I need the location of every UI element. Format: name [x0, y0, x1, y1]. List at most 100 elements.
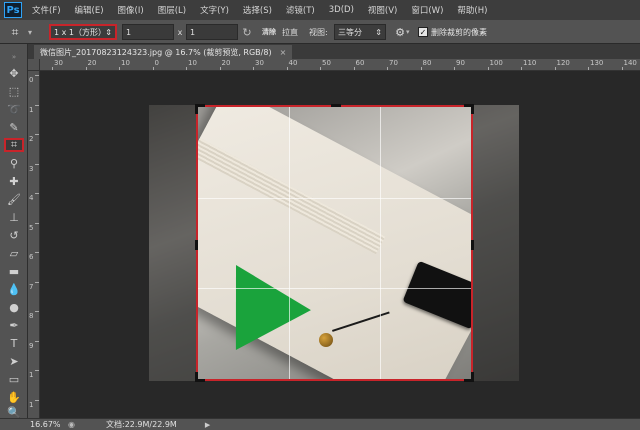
- menu-file[interactable]: 文件(F): [32, 4, 61, 16]
- path-select-icon[interactable]: ➤: [4, 354, 24, 368]
- height-ratio-input[interactable]: 1: [186, 24, 238, 40]
- crop-handle-right[interactable]: [471, 240, 474, 250]
- ruler-h-label: 10: [121, 59, 130, 67]
- ruler-v-tick: [35, 281, 39, 283]
- delete-cropped-pixels-label: 删除裁剪的像素: [431, 27, 487, 37]
- ruler-v-label: 9: [29, 341, 34, 350]
- straighten-button[interactable]: 拉直: [282, 24, 298, 40]
- menu-type[interactable]: 文字(Y): [200, 4, 229, 16]
- status-menu-arrow-icon[interactable]: ▶: [205, 421, 210, 429]
- ruler-h-label: 30: [255, 59, 264, 67]
- ruler-v-label: 8: [29, 312, 34, 320]
- select-arrows-icon: ⇕: [375, 27, 382, 37]
- crop-preset-icon[interactable]: ⌗: [4, 24, 26, 40]
- menu-bar: Ps 文件(F) 编辑(E) 图像(I) 图层(L) 文字(Y) 选择(S) 滤…: [0, 0, 640, 20]
- clear-button[interactable]: 清除: [262, 24, 276, 40]
- ruler-v-label: 4: [29, 194, 34, 202]
- gear-icon[interactable]: ⚙: [393, 24, 407, 40]
- crop-handle-bottom-left-v[interactable]: [195, 372, 198, 382]
- zoom-level[interactable]: 16.67%: [30, 420, 68, 429]
- menu-window[interactable]: 窗口(W): [411, 4, 443, 16]
- dodge-icon[interactable]: ●: [4, 300, 24, 314]
- crop-box[interactable]: [195, 104, 474, 382]
- pen-icon[interactable]: ✒: [4, 318, 24, 332]
- shape-icon[interactable]: ▭: [4, 372, 24, 386]
- marquee-icon[interactable]: ⬚: [4, 84, 24, 98]
- menu-view[interactable]: 视图(V): [368, 4, 397, 16]
- panel-collapse-icon[interactable]: »: [4, 50, 24, 64]
- blur-icon[interactable]: 💧: [4, 282, 24, 296]
- ruler-v-label: 6: [29, 253, 34, 261]
- type-icon[interactable]: T: [4, 336, 24, 350]
- menu-3d[interactable]: 3D(D): [329, 5, 354, 15]
- crop-handle-bottom-right-v[interactable]: [471, 372, 474, 382]
- view-select-value: 三等分: [338, 27, 362, 37]
- menu-help[interactable]: 帮助(H): [457, 4, 487, 16]
- menu-layer[interactable]: 图层(L): [158, 4, 186, 16]
- status-bar: 16.67% ◉ 文档:22.9M/22.9M ▶: [0, 418, 640, 430]
- history-brush-icon[interactable]: ↺: [4, 228, 24, 242]
- gradient-icon[interactable]: ▬: [4, 264, 24, 278]
- document-info-icon[interactable]: ◉: [68, 420, 86, 429]
- thirds-grid-line: [198, 197, 471, 199]
- ruler-v-tick: [35, 163, 39, 165]
- menu-image[interactable]: 图像(I): [118, 4, 144, 16]
- chevron-down-icon[interactable]: ▾: [406, 24, 414, 40]
- ruler-h-label: 10: [188, 59, 197, 67]
- ruler-h-label: 40: [288, 59, 298, 67]
- ruler-h-label: 140: [623, 59, 637, 67]
- document-canvas[interactable]: [40, 71, 640, 418]
- eraser-icon[interactable]: ▱: [4, 246, 24, 260]
- crop-handle-left[interactable]: [195, 240, 198, 250]
- overlay-view-select[interactable]: 三等分 ⇕: [334, 24, 386, 40]
- ruler-v-label: 0: [29, 76, 34, 84]
- lasso-icon[interactable]: ➰: [4, 102, 24, 116]
- menu-edit[interactable]: 编辑(E): [75, 4, 104, 16]
- ruler-v-tick: [35, 222, 39, 224]
- menu-select[interactable]: 选择(S): [243, 4, 272, 16]
- ruler-h-label: 20: [87, 59, 97, 67]
- document-tab[interactable]: 微信图片_20170823124323.jpg @ 16.7% (裁剪预览, R…: [34, 45, 293, 59]
- document-size: 文档:22.9M/22.9M: [106, 420, 177, 429]
- ruler-v-label: 1: [29, 105, 34, 114]
- ruler-h-label: 0: [154, 59, 159, 67]
- hand-icon[interactable]: ✋: [4, 390, 24, 404]
- ruler-v-tick: [35, 252, 39, 253]
- ruler-h-label: 50: [322, 59, 331, 67]
- document-tab-title: 微信图片_20170823124323.jpg @ 16.7% (裁剪预览, R…: [40, 47, 272, 57]
- options-bar: ⌗ ▾ 1 x 1（方形） ⇕ 1 x 1 ↻ 清除 拉直 视图: 三等分 ⇕ …: [0, 20, 640, 44]
- ruler-h-label: 130: [590, 59, 604, 67]
- ratio-select-value: 1 x 1（方形）: [54, 27, 106, 37]
- ratio-select[interactable]: 1 x 1（方形） ⇕: [49, 24, 117, 40]
- crop-handle-top-right-v[interactable]: [471, 104, 474, 114]
- crop-handle-top-left-v[interactable]: [195, 104, 198, 114]
- width-ratio-input[interactable]: 1: [122, 24, 174, 40]
- crop-icon[interactable]: ⌗: [4, 138, 24, 152]
- ruler-h-label: 120: [556, 59, 570, 67]
- ruler-v-tick: [35, 370, 39, 371]
- zoom-icon[interactable]: 🔍: [4, 406, 24, 419]
- preset-dropdown-icon[interactable]: ▾: [28, 24, 36, 40]
- eyedropper-icon[interactable]: ⚲: [4, 156, 24, 170]
- ruler-v-label: 1: [29, 371, 34, 379]
- clone-stamp-icon[interactable]: ⊥: [4, 210, 24, 224]
- swap-ratio-icon[interactable]: ↻: [241, 24, 253, 40]
- ruler-h-label: 90: [456, 59, 465, 67]
- menu-filter[interactable]: 滤镜(T): [286, 4, 315, 16]
- ruler-v-tick: [35, 134, 39, 135]
- ruler-v-tick: [35, 311, 39, 312]
- ruler-v-label: 3: [29, 164, 34, 173]
- crop-handle-top[interactable]: [331, 104, 341, 107]
- ruler-v-label: 7: [29, 282, 34, 291]
- delete-cropped-pixels-checkbox[interactable]: ✓: [418, 27, 428, 37]
- move-icon[interactable]: ✥: [4, 66, 24, 80]
- brush-icon[interactable]: 🖌: [4, 192, 24, 206]
- horizontal-ruler[interactable]: 30 20 10 0 10 20 30 40 50 60 70 80 90 100 110 120 130 140: [40, 59, 640, 71]
- ruler-origin[interactable]: [28, 59, 40, 71]
- close-icon[interactable]: ×: [280, 48, 287, 57]
- healing-brush-icon[interactable]: ✚: [4, 174, 24, 188]
- ruler-h-label: 80: [422, 59, 432, 67]
- vertical-ruler[interactable]: 0 1 2 3 4 5 6 7 8 9 1 1: [28, 71, 40, 418]
- quick-select-icon[interactable]: ✎: [4, 120, 24, 134]
- crop-shield-left: [149, 105, 196, 381]
